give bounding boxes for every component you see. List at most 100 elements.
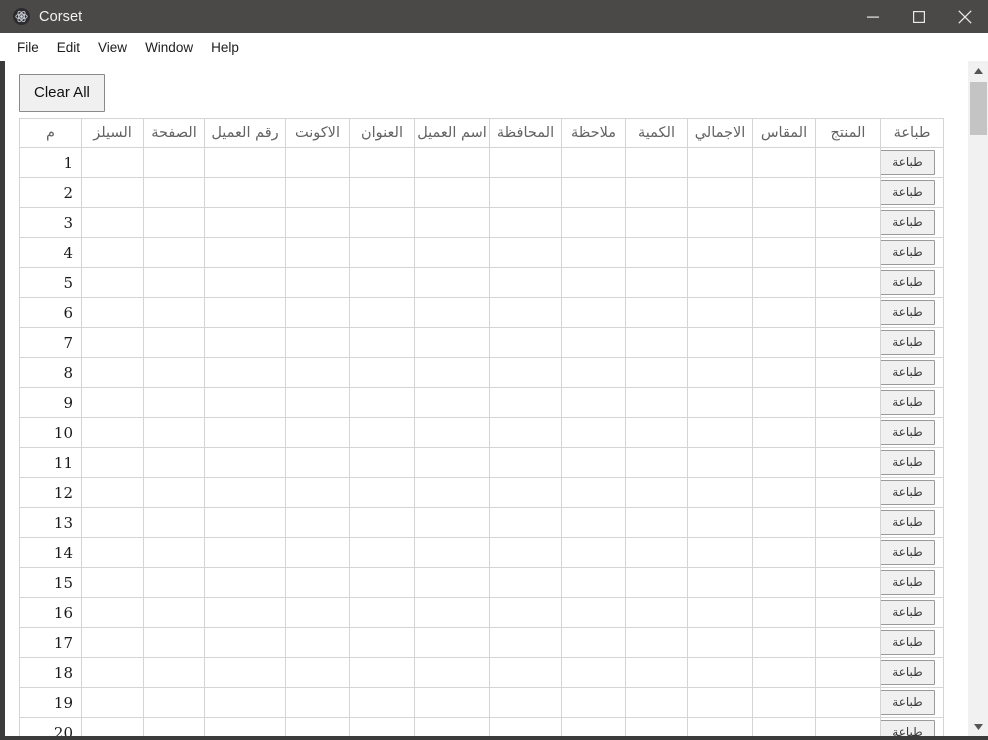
column-header-note[interactable]: ملاحظة <box>561 118 626 148</box>
print-button[interactable]: طباعة <box>881 270 935 295</box>
cell-address[interactable] <box>349 447 415 478</box>
cell-sales[interactable] <box>81 567 144 598</box>
cell-clientno[interactable] <box>204 297 286 328</box>
cell-total[interactable] <box>687 477 753 508</box>
cell-clientname[interactable] <box>414 237 490 268</box>
print-button[interactable]: طباعة <box>881 450 935 475</box>
cell-page[interactable] <box>143 597 205 628</box>
cell-note[interactable] <box>561 627 626 658</box>
table-row[interactable]: طباعة 20 <box>19 717 944 736</box>
cell-address[interactable] <box>349 627 415 658</box>
cell-total[interactable] <box>687 297 753 328</box>
cell-governorate[interactable] <box>489 297 562 328</box>
cell-governorate[interactable] <box>489 417 562 448</box>
menu-item-window[interactable]: Window <box>136 37 202 58</box>
column-header-account[interactable]: الاكونت <box>285 118 350 148</box>
cell-sales[interactable] <box>81 237 144 268</box>
table-row[interactable]: طباعة 16 <box>19 597 944 628</box>
cell-total[interactable] <box>687 657 753 688</box>
cell-quantity[interactable] <box>625 477 688 508</box>
cell-account[interactable] <box>285 357 350 388</box>
cell-product[interactable] <box>815 297 881 328</box>
column-header-product[interactable]: المنتج <box>815 118 881 148</box>
cell-address[interactable] <box>349 327 415 358</box>
cell-address[interactable] <box>349 507 415 538</box>
cell-account[interactable] <box>285 237 350 268</box>
cell-total[interactable] <box>687 177 753 208</box>
cell-clientno[interactable] <box>204 477 286 508</box>
cell-clientno[interactable] <box>204 447 286 478</box>
cell-quantity[interactable] <box>625 357 688 388</box>
cell-clientname[interactable] <box>414 357 490 388</box>
cell-page[interactable] <box>143 627 205 658</box>
cell-address[interactable] <box>349 387 415 418</box>
menu-item-help[interactable]: Help <box>202 37 248 58</box>
cell-sales[interactable] <box>81 267 144 298</box>
table-row[interactable]: طباعة 3 <box>19 207 944 238</box>
print-button[interactable]: طباعة <box>881 390 935 415</box>
cell-governorate[interactable] <box>489 537 562 568</box>
cell-product[interactable] <box>815 237 881 268</box>
cell-quantity[interactable] <box>625 627 688 658</box>
table-row[interactable]: طباعة 8 <box>19 357 944 388</box>
print-button[interactable]: طباعة <box>881 330 935 355</box>
cell-clientname[interactable] <box>414 207 490 238</box>
cell-clientname[interactable] <box>414 417 490 448</box>
cell-sales[interactable] <box>81 477 144 508</box>
cell-sales[interactable] <box>81 657 144 688</box>
cell-product[interactable] <box>815 177 881 208</box>
table-row[interactable]: طباعة 11 <box>19 447 944 478</box>
cell-governorate[interactable] <box>489 507 562 538</box>
cell-governorate[interactable] <box>489 387 562 418</box>
cell-total[interactable] <box>687 507 753 538</box>
cell-total[interactable] <box>687 267 753 298</box>
cell-product[interactable] <box>815 507 881 538</box>
cell-note[interactable] <box>561 507 626 538</box>
cell-page[interactable] <box>143 177 205 208</box>
cell-governorate[interactable] <box>489 597 562 628</box>
cell-quantity[interactable] <box>625 567 688 598</box>
cell-quantity[interactable] <box>625 147 688 178</box>
cell-quantity[interactable] <box>625 687 688 718</box>
cell-size[interactable] <box>752 297 816 328</box>
column-header-governorate[interactable]: المحافظة <box>489 118 562 148</box>
cell-clientno[interactable] <box>204 417 286 448</box>
print-button[interactable]: طباعة <box>881 300 935 325</box>
cell-note[interactable] <box>561 477 626 508</box>
cell-clientname[interactable] <box>414 597 490 628</box>
cell-clientno[interactable] <box>204 657 286 688</box>
cell-address[interactable] <box>349 177 415 208</box>
cell-sales[interactable] <box>81 717 144 736</box>
cell-note[interactable] <box>561 657 626 688</box>
column-header-clientno[interactable]: رقم العميل <box>204 118 286 148</box>
cell-address[interactable] <box>349 297 415 328</box>
cell-product[interactable] <box>815 687 881 718</box>
cell-note[interactable] <box>561 717 626 736</box>
cell-clientno[interactable] <box>204 357 286 388</box>
cell-account[interactable] <box>285 297 350 328</box>
table-row[interactable]: طباعة 4 <box>19 237 944 268</box>
cell-note[interactable] <box>561 687 626 718</box>
menu-item-file[interactable]: File <box>8 37 48 58</box>
cell-account[interactable] <box>285 537 350 568</box>
table-row[interactable]: طباعة 18 <box>19 657 944 688</box>
cell-clientno[interactable] <box>204 177 286 208</box>
cell-address[interactable] <box>349 537 415 568</box>
cell-total[interactable] <box>687 327 753 358</box>
cell-quantity[interactable] <box>625 297 688 328</box>
cell-clientno[interactable] <box>204 567 286 598</box>
cell-product[interactable] <box>815 207 881 238</box>
cell-account[interactable] <box>285 687 350 718</box>
cell-total[interactable] <box>687 237 753 268</box>
column-header-quantity[interactable]: الكمية <box>625 118 688 148</box>
cell-clientno[interactable] <box>204 147 286 178</box>
scrollbar-thumb[interactable] <box>970 82 987 135</box>
cell-total[interactable] <box>687 147 753 178</box>
cell-clientno[interactable] <box>204 717 286 736</box>
cell-quantity[interactable] <box>625 657 688 688</box>
cell-quantity[interactable] <box>625 207 688 238</box>
cell-sales[interactable] <box>81 207 144 238</box>
minimize-button[interactable] <box>850 0 896 33</box>
cell-account[interactable] <box>285 627 350 658</box>
cell-page[interactable] <box>143 237 205 268</box>
